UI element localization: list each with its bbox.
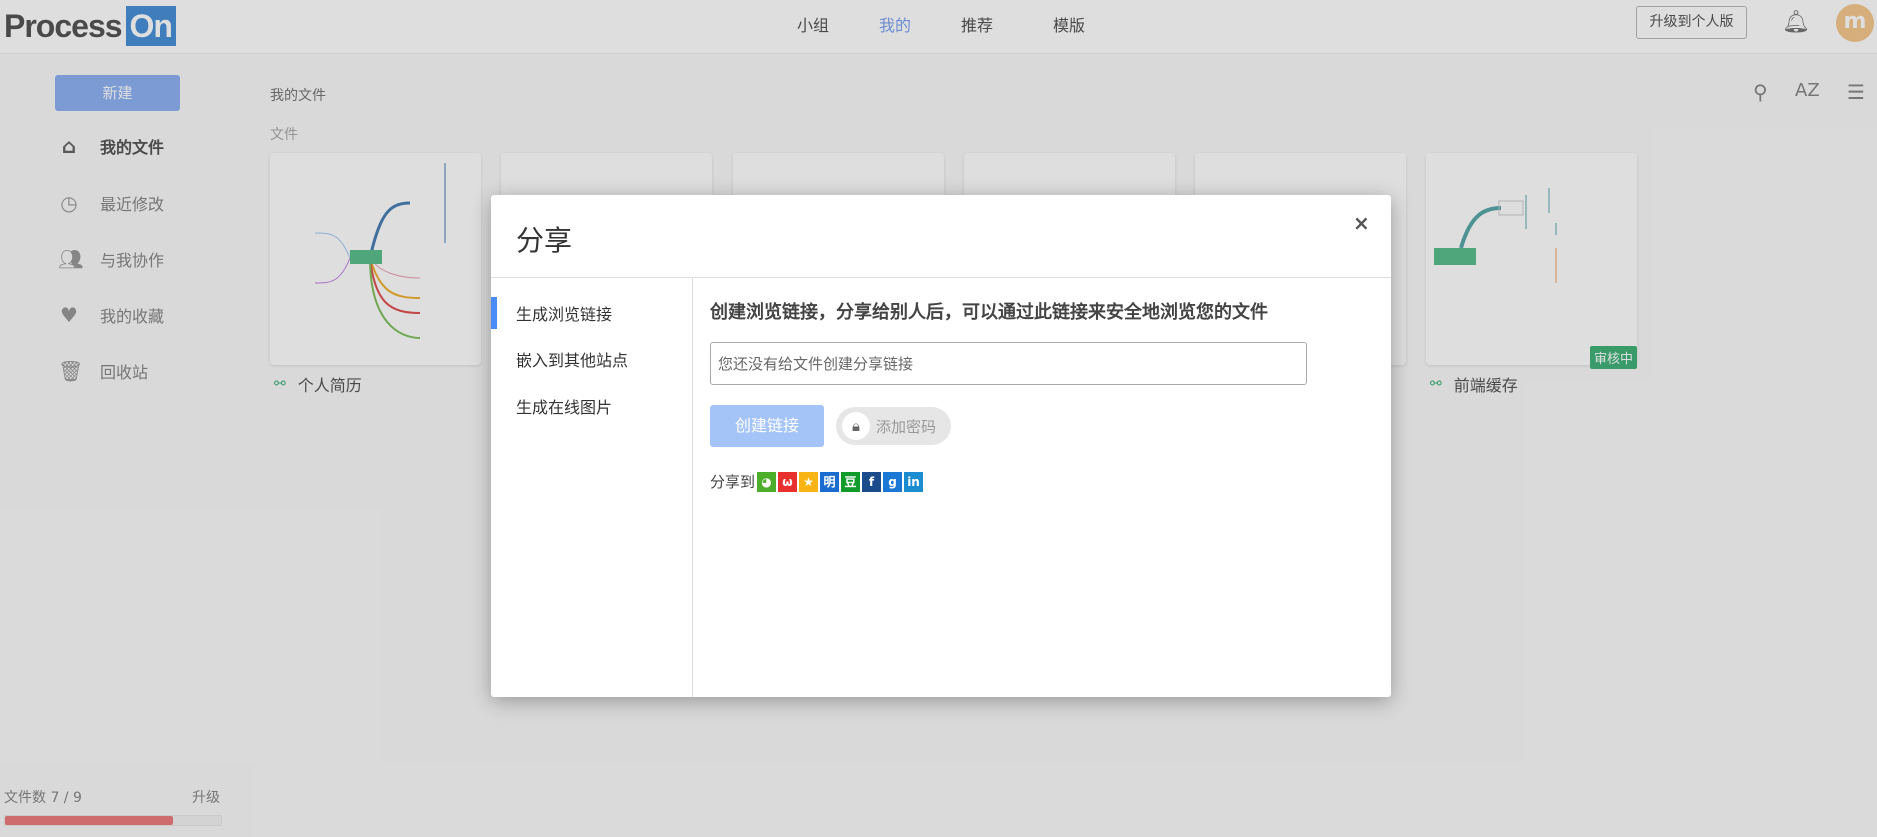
share-to-label: 分享到 [710, 473, 756, 491]
add-password-label: 添加密码 [876, 417, 937, 436]
douban-icon[interactable]: 豆 [841, 471, 861, 492]
linkedin-icon[interactable]: in [904, 471, 924, 492]
divider [692, 278, 693, 697]
weibo-icon[interactable]: ω [778, 471, 798, 492]
qzone-icon[interactable]: ★ [799, 471, 819, 492]
share-to-row: 分享到 ◕ ω ★ 明豆 f g in [710, 471, 924, 492]
lock-icon: 🔒︎ [842, 412, 870, 440]
divider [491, 277, 1391, 278]
wechat-icon[interactable]: ◕ [757, 471, 777, 492]
create-link-button[interactable]: 创建链接 [710, 405, 824, 447]
tab-online-image[interactable]: 生成在线图片 [516, 394, 612, 418]
tab-browse-link[interactable]: 生成浏览链接 [516, 301, 612, 325]
dialog-title: 分享 [516, 224, 573, 257]
active-tab-indicator [491, 297, 497, 329]
share-dialog: 分享 × 生成浏览链接 嵌入到其他站点 生成在线图片 创建浏览链接，分享给别人后… [491, 195, 1391, 697]
tab-embed[interactable]: 嵌入到其他站点 [516, 347, 628, 371]
share-link-input[interactable] [710, 342, 1307, 385]
add-password-toggle[interactable]: 🔒︎ 添加密码 [836, 407, 951, 445]
facebook-icon[interactable]: f [862, 471, 882, 492]
section-heading: 创建浏览链接，分享给别人后，可以通过此链接来安全地浏览您的文件 [710, 302, 1268, 323]
close-icon[interactable]: × [1353, 211, 1370, 235]
ming-icon[interactable]: 明 [820, 471, 840, 492]
google-icon[interactable]: g [883, 471, 903, 492]
